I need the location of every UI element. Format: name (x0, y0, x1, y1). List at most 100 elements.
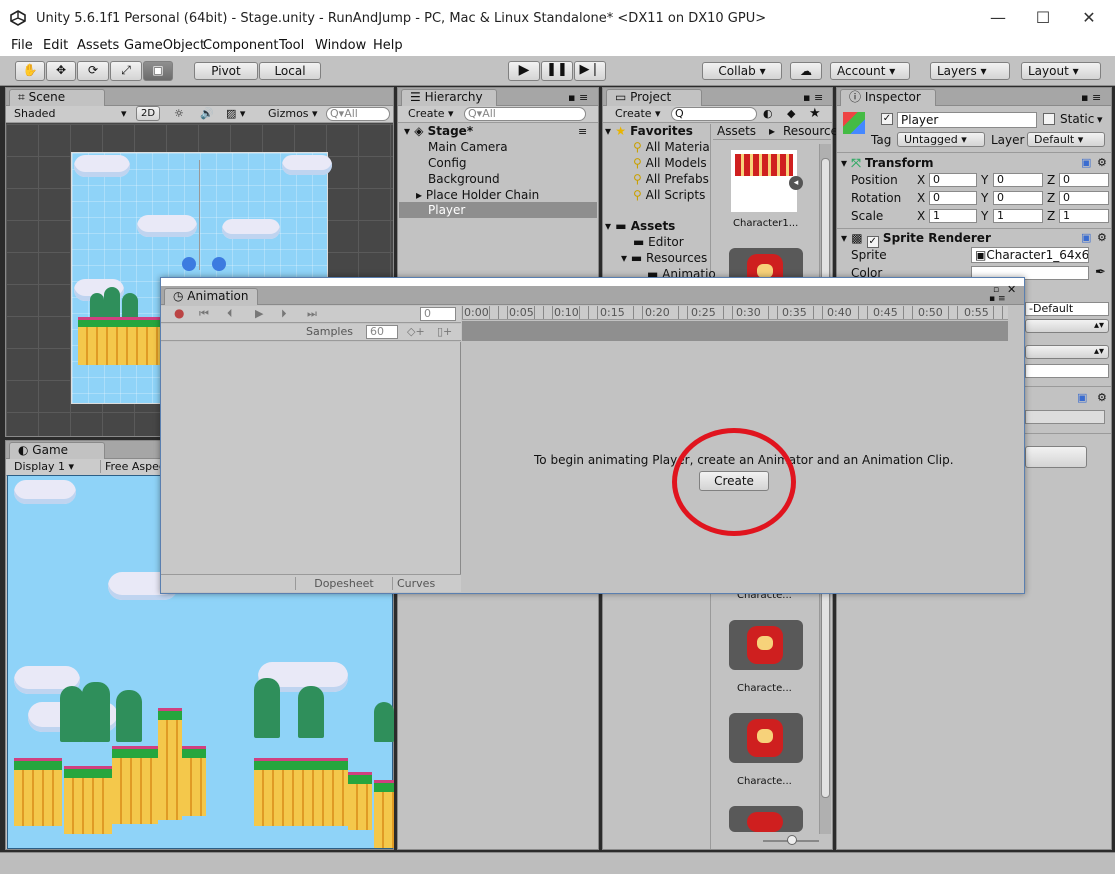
first-key-icon[interactable]: ⏮ (199, 307, 209, 321)
curves-tab[interactable]: Curves (397, 577, 435, 590)
collab-button[interactable]: Collab ▾ (702, 62, 782, 80)
maximize-button[interactable]: ☐ (1030, 6, 1056, 30)
pause-button[interactable]: ❚❚ (541, 61, 573, 81)
scale-y-input[interactable]: 1 (993, 209, 1043, 223)
favorite-all-materials[interactable]: ⚲ All Materia (633, 140, 710, 154)
tab-animation[interactable]: ◷ Animation (164, 288, 258, 305)
expand-asset-icon[interactable]: ◂ (789, 176, 803, 190)
favorite-all-scripts[interactable]: ⚲ All Scripts (633, 188, 705, 202)
panel-options-icon[interactable]: ▪ ≡ (803, 91, 823, 104)
favorite-all-models[interactable]: ⚲ All Models (633, 156, 707, 170)
material-dropdown[interactable]: ▴▾ (1025, 319, 1109, 333)
project-search-input[interactable]: Q (671, 107, 757, 121)
window-close-icon[interactable]: ✕ (1007, 283, 1016, 296)
rotation-y-input[interactable]: 0 (993, 191, 1043, 205)
sprite-renderer-enabled-checkbox[interactable]: ✓ (866, 236, 879, 248)
add-component-button[interactable] (1025, 446, 1087, 468)
add-keyframe-icon[interactable]: ◇+ (407, 325, 425, 338)
tab-project[interactable]: ▭ Project (606, 89, 702, 106)
tab-hierarchy[interactable]: ☰ Hierarchy (401, 89, 497, 106)
expand-arrow-icon[interactable]: ▸ (416, 188, 426, 202)
component-gear-icon[interactable]: ⚙ (1097, 391, 1107, 404)
close-button[interactable]: ✕ (1076, 6, 1102, 30)
animation-timeline-ruler[interactable]: 0:00 0:05 0:10 0:15 0:20 0:25 0:30 0:35 … (462, 306, 1008, 320)
component-gear-icon[interactable]: ⚙ (1097, 231, 1107, 244)
2d-toggle[interactable]: 2D (136, 106, 160, 121)
dopesheet-tab[interactable]: Dopesheet (295, 577, 393, 590)
panel-options-icon[interactable]: ▪ ≡ (568, 91, 588, 104)
cloud-icon[interactable]: ☁ (790, 62, 822, 80)
menu-tool[interactable]: Tool (279, 38, 304, 53)
thumbnail-size-slider-thumb[interactable] (787, 835, 797, 845)
play-button[interactable]: ▶ (508, 61, 540, 81)
favorite-star-icon[interactable]: ★ (809, 106, 821, 121)
gizmos-dropdown[interactable]: Gizmos ▾ (268, 107, 318, 120)
hierarchy-item-background[interactable]: Background (428, 172, 500, 186)
move-tool-icon[interactable]: ✥ (46, 61, 76, 81)
player-gizmo-handle[interactable] (182, 257, 196, 271)
active-checkbox[interactable]: ✓ (881, 113, 893, 125)
samples-input[interactable]: 60 (366, 325, 398, 339)
scale-z-input[interactable]: 1 (1059, 209, 1109, 223)
layer-dropdown[interactable]: Default ▾ (1027, 132, 1105, 147)
tag-dropdown[interactable]: Untagged ▾ (897, 132, 985, 147)
scale-x-input[interactable]: 1 (929, 209, 977, 223)
pivot-toggle[interactable]: Pivot (194, 62, 258, 80)
folder-resources[interactable]: ▾ ▬ Resources (621, 251, 707, 265)
rotation-x-input[interactable]: 0 (929, 191, 977, 205)
menu-edit[interactable]: Edit (43, 38, 68, 53)
prev-key-icon[interactable]: ⏴ (227, 307, 233, 321)
filter-label-icon[interactable]: ◆ (787, 107, 795, 120)
menu-assets[interactable]: Assets (77, 38, 119, 53)
component-gear-icon[interactable]: ⚙ (1097, 156, 1107, 169)
assets-header[interactable]: ▾ ▬ Assets (605, 219, 675, 233)
minimize-button[interactable]: — (985, 6, 1011, 30)
rotation-z-input[interactable]: 0 (1059, 191, 1109, 205)
sorting-layer-field[interactable]: -Default (1025, 302, 1109, 316)
hierarchy-search-input[interactable]: Q▾All (464, 107, 586, 121)
hierarchy-item-place-holder-chain[interactable]: ▸ Place Holder Chain (416, 188, 539, 202)
aspect-dropdown[interactable]: Free Aspect (100, 460, 169, 473)
account-dropdown[interactable]: Account ▾ (830, 62, 910, 80)
help-icon[interactable]: ▣ (1077, 391, 1087, 404)
audio-icon[interactable]: 🔊 (200, 107, 214, 120)
shader-dropdown[interactable] (1025, 410, 1105, 424)
display-dropdown[interactable]: Display 1 ▾ (14, 460, 74, 473)
record-icon[interactable]: ● (174, 306, 184, 320)
shading-dropdown[interactable]: Shaded (14, 107, 55, 120)
favorite-all-prefabs[interactable]: ⚲ All Prefabs (633, 172, 709, 186)
tab-scene[interactable]: ⌗ Scene (9, 89, 105, 106)
hierarchy-item-player[interactable]: Player (399, 202, 597, 218)
eyedropper-icon[interactable]: ✒ (1095, 265, 1106, 280)
position-x-input[interactable]: 0 (929, 173, 977, 187)
player-gizmo-handle[interactable] (212, 257, 226, 271)
breadcrumb-assets[interactable]: Assets (717, 124, 756, 138)
rect-tool-icon[interactable]: ▣ (143, 61, 173, 81)
sprite-field[interactable]: ▣Character1_64x64 (971, 247, 1089, 263)
lighting-icon[interactable]: ☼ (174, 107, 184, 120)
scene-root[interactable]: ▾ ◈ Stage* (404, 124, 473, 138)
scene-search-input[interactable]: Q▾All (326, 107, 390, 121)
menu-help[interactable]: Help (373, 38, 403, 53)
static-dropdown-icon[interactable]: ▾ (1097, 113, 1103, 126)
project-create-button[interactable]: Create ▾ (615, 107, 661, 120)
filter-type-icon[interactable]: ◐ (763, 107, 773, 120)
panel-options-icon[interactable]: ▪ ≡ (1081, 91, 1101, 104)
position-y-input[interactable]: 0 (993, 173, 1043, 187)
last-key-icon[interactable]: ⏭ (307, 307, 317, 321)
layout-dropdown[interactable]: Layout ▾ (1021, 62, 1101, 80)
layers-dropdown[interactable]: Layers ▾ (930, 62, 1010, 80)
help-icon[interactable]: ▣ (1081, 231, 1091, 244)
hierarchy-create-button[interactable]: Create ▾ (408, 107, 454, 120)
scale-tool-icon[interactable]: ⤢ (110, 61, 142, 81)
add-event-icon[interactable]: ▯+ (437, 325, 452, 338)
menu-gameobject[interactable]: GameObject (124, 38, 205, 53)
order-field[interactable] (1025, 364, 1109, 378)
asset-thumbnail-spritesheet[interactable] (731, 150, 797, 212)
favorites-header[interactable]: ▾ ★ Favorites (605, 124, 693, 138)
object-name-input[interactable]: Player (897, 112, 1037, 128)
folder-editor[interactable]: ▬ Editor (633, 235, 684, 249)
hand-tool-icon[interactable]: ✋ (15, 61, 45, 81)
rotate-tool-icon[interactable]: ⟳ (77, 61, 109, 81)
static-checkbox[interactable] (1043, 113, 1055, 125)
